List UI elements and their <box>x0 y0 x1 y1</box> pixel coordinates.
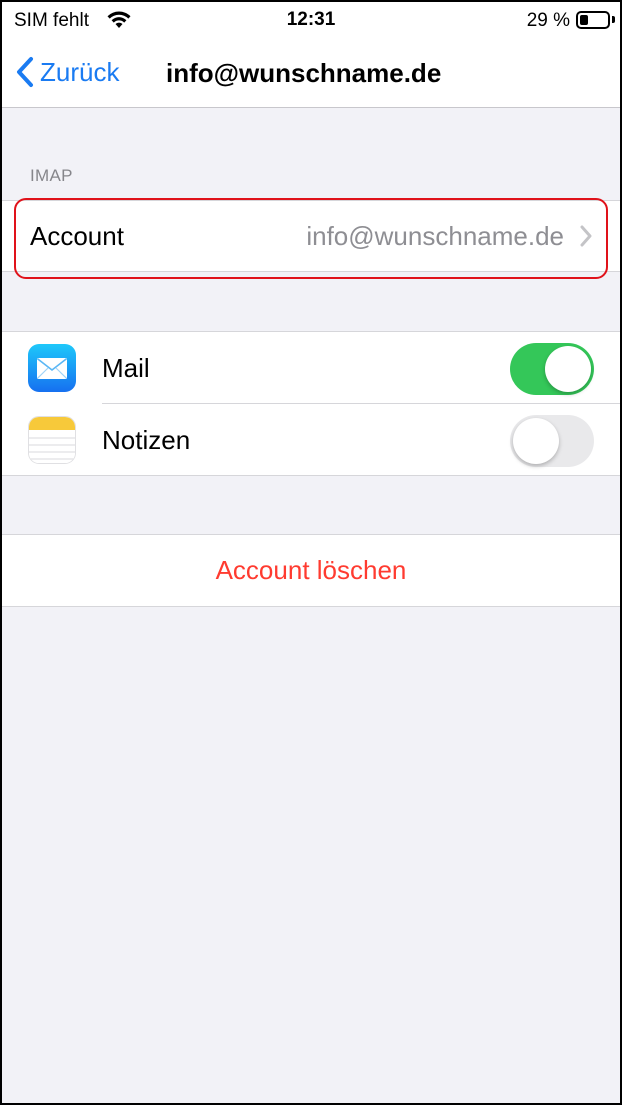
notes-app-icon <box>28 416 76 464</box>
account-value: info@wunschname.de <box>306 221 564 251</box>
battery-percentage: 29 % <box>526 10 570 31</box>
page-title: info@wunschname.de <box>166 58 442 88</box>
toggle-knob <box>513 418 559 464</box>
delete-group: Account löschen <box>2 534 620 607</box>
battery-level-fill <box>580 15 588 25</box>
navigation-bar: Zurück info@wunschname.de <box>2 40 620 108</box>
toggle-row-notizen: Notizen <box>2 404 620 476</box>
account-group: Account info@wunschname.de <box>2 200 620 272</box>
section-header-imap: IMAP <box>30 166 73 185</box>
mail-app-icon <box>28 344 76 392</box>
back-button-label: Zurück <box>40 56 120 87</box>
delete-account-button[interactable]: Account löschen <box>2 535 620 606</box>
screen: SIM fehlt 12:31 29 % Zurück info@wunschn… <box>0 0 622 1105</box>
account-label: Account <box>30 221 124 251</box>
status-bar: SIM fehlt 12:31 29 % <box>2 2 620 40</box>
notizen-label: Notizen <box>102 425 191 455</box>
notizen-toggle-switch[interactable] <box>510 415 594 467</box>
account-row[interactable]: Account info@wunschname.de <box>2 201 620 271</box>
battery-cap <box>612 16 615 23</box>
mail-label: Mail <box>102 353 150 383</box>
mail-toggle-switch[interactable] <box>510 343 594 395</box>
toggle-group: Mail Notizen <box>2 331 620 476</box>
chevron-left-icon <box>17 57 33 87</box>
chevron-right-icon <box>580 225 592 247</box>
toggle-row-mail: Mail <box>2 332 620 404</box>
battery-icon <box>576 11 610 29</box>
toggle-knob <box>545 346 591 392</box>
back-button[interactable]: Zurück <box>16 56 119 88</box>
